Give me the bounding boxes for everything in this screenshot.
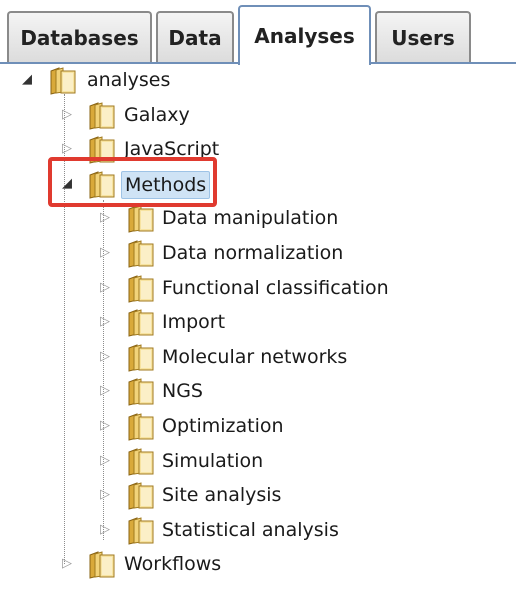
folder-icon	[127, 342, 155, 372]
folder-icon	[127, 376, 155, 407]
tree-item-label: Import	[162, 311, 226, 334]
collapsed-triangle-icon[interactable]: ▷	[98, 419, 112, 433]
tree-item-workflows[interactable]: ▷ Workflows	[0, 547, 516, 581]
tree-item-label: Simulation	[162, 449, 264, 472]
folder-icon	[127, 411, 155, 441]
tree-item-label: Site analysis	[162, 484, 282, 507]
folder-icon	[88, 169, 116, 199]
expanded-triangle-icon[interactable]: ◢	[20, 73, 34, 87]
tree-item-label: analyses	[87, 69, 171, 91]
tree-item-site-analysis[interactable]: ▷ Site analysis	[0, 478, 516, 512]
tree-item-galaxy[interactable]: ▷ Galaxy	[0, 98, 516, 132]
collapsed-triangle-icon[interactable]: ▷	[98, 211, 112, 225]
tree-item-label: Functional classification	[162, 276, 389, 299]
collapsed-triangle-icon[interactable]: ▷	[98, 453, 112, 468]
tree-item-javascript[interactable]: ▷ JavaScript	[0, 132, 516, 166]
tree-item-methods[interactable]: ◢ Methods	[0, 167, 516, 201]
tree-item-analyses[interactable]: ◢ analyses	[0, 63, 516, 97]
tree-item-label: Statistical analysis	[162, 518, 339, 541]
folder-icon	[127, 203, 155, 234]
tree-item-label: Optimization	[162, 415, 284, 437]
tree-item-optimization[interactable]: ▷ Optimization	[0, 409, 516, 443]
tree-item-import[interactable]: ▷ Import	[0, 305, 516, 339]
tree-item-simulation[interactable]: ▷ Simulation	[0, 444, 516, 478]
collapsed-triangle-icon[interactable]: ▷	[60, 142, 74, 156]
folder-icon	[88, 134, 116, 164]
folder-icon	[127, 273, 155, 303]
tree-item-data-manipulation[interactable]: ▷ Data manipulation	[0, 201, 516, 235]
folder-icon	[127, 238, 155, 268]
tree-item-label: NGS	[162, 380, 203, 403]
tree-item-label: Data normalization	[162, 242, 344, 264]
collapsed-triangle-icon[interactable]: ▷	[98, 384, 112, 398]
tab-data[interactable]: Data	[156, 11, 234, 62]
tab-analyses[interactable]: Analyses	[238, 5, 371, 65]
collapsed-triangle-icon[interactable]: ▷	[98, 315, 112, 329]
tree-item-label: Methods	[121, 170, 211, 199]
collapsed-triangle-icon[interactable]: ▷	[60, 107, 74, 122]
tree-item-statistical-analysis[interactable]: ▷ Statistical analysis	[0, 513, 516, 547]
collapsed-triangle-icon[interactable]: ▷	[60, 557, 74, 571]
collapsed-triangle-icon[interactable]: ▷	[98, 522, 112, 537]
folder-icon	[49, 65, 77, 95]
tab-bar: Databases Data Analyses Users	[0, 0, 516, 66]
tree-item-label: JavaScript	[124, 138, 220, 161]
tree-item-ngs[interactable]: ▷ NGS	[0, 374, 516, 408]
folder-icon	[127, 515, 155, 545]
expanded-triangle-icon[interactable]: ◢	[60, 176, 74, 191]
collapsed-triangle-icon[interactable]: ▷	[98, 246, 112, 260]
tree-item-label: Workflows	[124, 553, 222, 576]
tree-item-molecular-networks[interactable]: ▷ Molecular networks	[0, 340, 516, 374]
collapsed-triangle-icon[interactable]: ▷	[98, 488, 112, 502]
folder-icon	[127, 307, 155, 337]
tab-databases-label: Databases	[20, 25, 139, 50]
collapsed-triangle-icon[interactable]: ▷	[98, 349, 112, 364]
tree-item-functional-classification[interactable]: ▷ Functional classification	[0, 271, 516, 305]
tree-item-label: Galaxy	[124, 103, 190, 126]
folder-icon	[88, 549, 116, 580]
collapsed-triangle-icon[interactable]: ▷	[98, 280, 112, 295]
tab-databases[interactable]: Databases	[7, 11, 152, 62]
tree-item-label: Molecular networks	[162, 345, 348, 368]
tab-data-label: Data	[168, 25, 222, 50]
folder-icon	[127, 480, 155, 510]
tab-users[interactable]: Users	[375, 11, 471, 62]
folder-icon	[88, 100, 116, 130]
folder-icon	[127, 446, 155, 476]
tree-item-label: Data manipulation	[162, 207, 339, 230]
tab-users-label: Users	[391, 25, 455, 50]
tab-analyses-label: Analyses	[254, 24, 355, 48]
tree-item-data-normalization[interactable]: ▷ Data normalization	[0, 236, 516, 270]
